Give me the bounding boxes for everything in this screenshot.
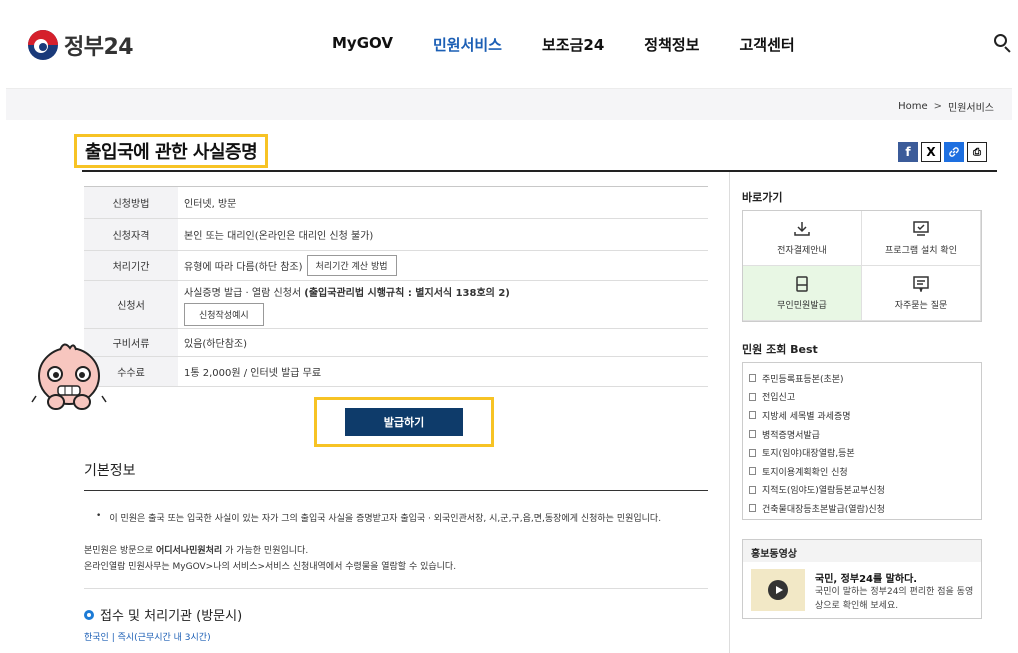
row-value-cell: 유형에 따라 다름(하단 참조) 처리기간 계산 방법 [178, 251, 708, 280]
issue-button[interactable]: 발급하기 [345, 408, 463, 436]
document-icon [749, 448, 756, 457]
logo-text: 정부24 [64, 35, 134, 60]
search-icon[interactable] [994, 34, 1012, 53]
shortcuts-grid: 전자결제안내 프로그램 설치 확인 무인민원발급 자주묻는 질문 [742, 210, 982, 322]
link-icon[interactable] [944, 142, 964, 162]
basic-info-title: 기본정보 [84, 463, 136, 479]
monitor-check-icon [913, 220, 929, 236]
row-value: 유형에 따라 다름(하단 참조) [184, 262, 303, 273]
bullet-icon: • [96, 511, 102, 521]
section-divider [84, 588, 708, 589]
breadcrumb: Home > 민원서비스 [898, 99, 994, 114]
shortcut-kiosk[interactable]: 무인민원발급 [743, 266, 862, 321]
circle-bullet-icon [84, 609, 94, 620]
row-label: 처리기간 [84, 251, 178, 280]
nav-policy[interactable]: 정책정보 [644, 34, 699, 55]
print-icon[interactable]: ⎙ [967, 142, 987, 162]
page-title: 출입국에 관한 사실증명 [85, 142, 258, 163]
list-item[interactable]: 지적도(임야도)열람등본교부신청 [749, 481, 975, 500]
video-thumbnail[interactable] [751, 569, 805, 611]
breadcrumb-current[interactable]: 민원서비스 [948, 99, 994, 114]
shortcuts-title: 바로가기 [742, 191, 783, 204]
period-calc-button[interactable]: 처리기간 계산 방법 [306, 255, 397, 276]
play-icon[interactable] [768, 580, 788, 600]
shortcut-program-check[interactable]: 프로그램 설치 확인 [862, 211, 981, 266]
best-list: 주민등록표등본(초본) 전입신고 지방세 세목별 과세증명 병적증명서발급 토지… [742, 362, 982, 520]
nav-subsidy[interactable]: 보조금24 [542, 34, 604, 55]
table-row: 수수료 1통 2,000원 / 인터넷 발급 무료 [84, 357, 708, 387]
breadcrumb-home[interactable]: Home [898, 101, 928, 112]
row-label: 신청서 [84, 281, 178, 328]
site-header: 정부24 MyGOV 민원서비스 보조금24 정책정보 고객센터 [0, 0, 1018, 88]
x-twitter-icon[interactable]: X [921, 142, 941, 162]
row-value: 본인 또는 대리인(온라인은 대리인 신청 불가) [184, 231, 374, 242]
nav-civil-service[interactable]: 민원서비스 [433, 34, 502, 55]
site-logo[interactable]: 정부24 [28, 29, 134, 61]
list-item[interactable]: 주민등록표등본(초본) [749, 369, 975, 388]
best-title: 민원 조회 Best [742, 343, 818, 356]
promo-title: 홍보동영상 [743, 540, 981, 562]
document-icon [749, 504, 756, 513]
form-example-button[interactable]: 신청작성예시 [184, 302, 264, 326]
bullet-text: 이 민원은 출국 또는 입국한 사실이 있는 자가 그의 출입국 사실을 증명받… [109, 514, 662, 524]
shortcut-epayment[interactable]: 전자결제안내 [743, 211, 862, 266]
info-table: 신청방법 인터넷, 방문 신청자격 본인 또는 대리인(온라인은 대리인 신청 … [84, 186, 708, 387]
basic-info-bullet: • 이 민원은 출국 또는 입국한 사실이 있는 자가 그의 출입국 사실을 증… [96, 511, 661, 524]
list-item[interactable]: 전입신고 [749, 388, 975, 407]
breadcrumb-bar: Home > 민원서비스 [6, 88, 1012, 120]
nav-mygov[interactable]: MyGOV [332, 34, 393, 55]
online-view-note: 온라인열람 민원사무는 MyGOV>나의 서비스>서비스 신청내역에서 수령물을… [84, 562, 457, 572]
document-icon [749, 485, 756, 494]
issue-button-highlight: 발급하기 [314, 397, 494, 447]
mascot-character-icon [31, 343, 107, 410]
list-item[interactable]: 지방세 세목별 과세증명 [749, 406, 975, 425]
form-value-bold: (출입국관리법 시행규칙 : 별지서식 138호의 2) [304, 287, 510, 299]
row-value: 1통 2,000원 / 인터넷 발급 무료 [184, 368, 322, 379]
table-row: 신청서 사실증명 발급 · 열람 신청서 (출입국관리법 시행규칙 : 별지서식… [84, 281, 708, 329]
row-value-cell: 사실증명 발급 · 열람 신청서 (출입국관리법 시행규칙 : 별지서식 138… [178, 281, 708, 328]
document-icon [749, 430, 756, 439]
row-value: 인터넷, 방문 [184, 199, 237, 210]
list-item[interactable]: 병적증명서발급 [749, 425, 975, 444]
faq-icon [913, 275, 929, 292]
document-icon [749, 374, 756, 383]
download-icon [794, 221, 810, 236]
taegeuk-logo-icon [28, 30, 58, 60]
table-row: 신청방법 인터넷, 방문 [84, 187, 708, 219]
table-row: 구비서류 있음(하단참조) [84, 329, 708, 357]
document-icon [749, 392, 756, 401]
reception-text[interactable]: 한국인 | 즉시(근무시간 내 3시간) [84, 630, 211, 643]
title-divider [82, 170, 997, 172]
list-item[interactable]: 토지이용계획확인 신청 [749, 462, 975, 481]
list-item[interactable]: 토지(임야)대장열람,등본 [749, 443, 975, 462]
sidebar-divider [729, 172, 730, 653]
row-value: 있음(하단참조) [184, 339, 248, 350]
list-item[interactable]: 건축물대장등초본발급(열람)신청 [749, 499, 975, 518]
table-row: 신청자격 본인 또는 대리인(온라인은 대리인 신청 불가) [84, 219, 708, 251]
promo-video-box: 홍보동영상 국민, 정부24를 말하다. 국민이 말하는 정부24의 편리한 점… [742, 539, 982, 619]
shortcut-faq[interactable]: 자주묻는 질문 [862, 266, 981, 321]
promo-video-title[interactable]: 국민, 정부24를 말하다. [815, 570, 917, 585]
share-toolbar: f X ⎙ [898, 142, 990, 162]
section-divider [84, 490, 708, 491]
main-nav: MyGOV 민원서비스 보조금24 정책정보 고객센터 [332, 34, 835, 55]
facebook-icon[interactable]: f [898, 142, 918, 162]
reception-title: 접수 및 처리기관 (방문시) [84, 605, 242, 624]
breadcrumb-separator: > [933, 101, 942, 112]
form-value: 사실증명 발급 · 열람 신청서 [184, 287, 305, 299]
promo-video-desc: 국민이 말하는 정부24의 편리한 점을 동영상으로 확인해 보세요. [815, 587, 974, 611]
nav-support[interactable]: 고객센터 [739, 34, 794, 55]
document-icon [749, 467, 756, 476]
row-label: 신청자격 [84, 219, 178, 250]
row-label: 신청방법 [84, 187, 178, 218]
remote-processing-bold: 어디서나민원처리 [155, 546, 223, 556]
kiosk-icon [796, 275, 808, 292]
page-title-highlight: 출입국에 관한 사실증명 [74, 134, 269, 168]
table-row: 처리기간 유형에 따라 다름(하단 참조) 처리기간 계산 방법 [84, 251, 708, 281]
document-icon [749, 411, 756, 420]
remote-processing-note: 본민원은 방문으로 어디서나민원처리 가 가능한 민원입니다. [84, 546, 309, 556]
